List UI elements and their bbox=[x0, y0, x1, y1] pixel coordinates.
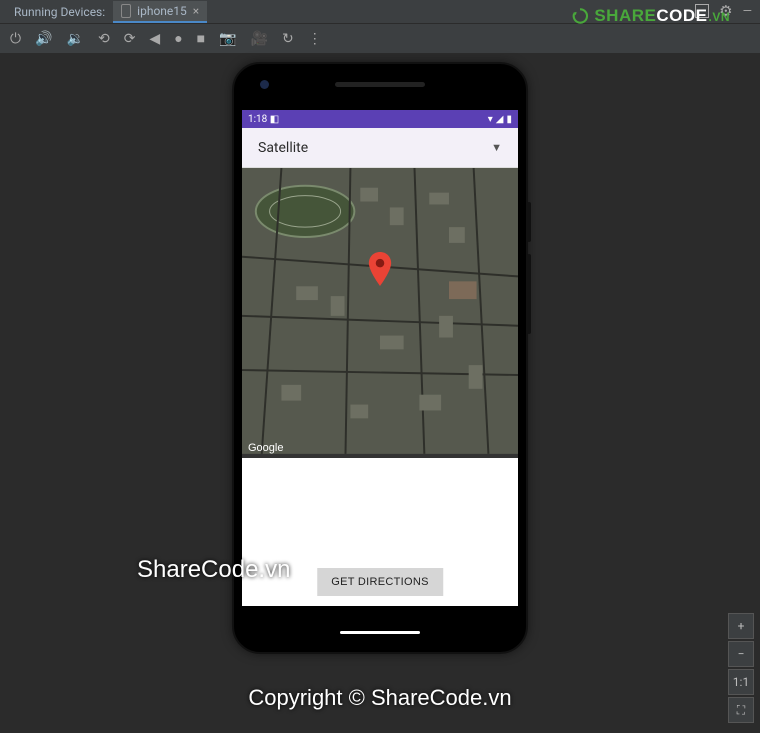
power-icon[interactable]: ⏻ bbox=[10, 31, 21, 47]
close-tab-icon[interactable]: × bbox=[193, 4, 199, 18]
battery-icon: ▮ bbox=[506, 114, 512, 125]
zoom-out-button[interactable]: − bbox=[728, 641, 754, 667]
device-tab-iphone15[interactable]: iphone15 × bbox=[113, 1, 207, 23]
ide-zoom-controls: + − 1:1 ⛶ bbox=[728, 613, 754, 723]
map-pin-icon[interactable] bbox=[367, 252, 393, 290]
minimize-icon[interactable]: — bbox=[743, 4, 752, 18]
phone-side-button-2 bbox=[527, 254, 531, 334]
logo-share: SHARE bbox=[594, 6, 656, 25]
volume-up-icon[interactable]: 🔊 bbox=[35, 31, 52, 47]
watermark-copyright: Copyright © ShareCode.vn bbox=[248, 685, 511, 711]
rotate-right-icon[interactable]: ⟳ bbox=[124, 31, 136, 47]
phone-speaker bbox=[335, 82, 425, 87]
zoom-in-button[interactable]: + bbox=[728, 613, 754, 639]
refresh-icon[interactable]: ↻ bbox=[282, 31, 294, 47]
zoom-1to1-button[interactable]: 1:1 bbox=[728, 669, 754, 695]
map-type-dropdown[interactable]: Satellite ▼ bbox=[242, 128, 518, 168]
more-icon[interactable]: ⋮ bbox=[308, 31, 322, 47]
volume-down-icon[interactable]: 🔉 bbox=[67, 31, 84, 47]
logo-vn: .VN bbox=[708, 10, 730, 24]
wifi-icon: ▾ bbox=[488, 114, 493, 125]
phone-front-camera bbox=[260, 80, 269, 89]
device-icon bbox=[121, 4, 131, 18]
map-view[interactable]: Google bbox=[242, 168, 518, 458]
get-directions-button[interactable]: GET DIRECTIONS bbox=[317, 568, 443, 596]
running-devices-label: Running Devices: bbox=[6, 5, 113, 19]
android-nav-handle[interactable] bbox=[340, 631, 420, 634]
video-icon[interactable]: 🎥 bbox=[251, 31, 268, 47]
dropdown-caret-icon: ▼ bbox=[491, 141, 502, 154]
emulator-viewport: 1:18 ◧ ▾ ◢ ▮ Satellite ▼ bbox=[0, 54, 760, 733]
phone-side-button-1 bbox=[527, 202, 531, 242]
phone-screen: 1:18 ◧ ▾ ◢ ▮ Satellite ▼ bbox=[242, 110, 518, 606]
signal-icon: ◢ bbox=[496, 114, 504, 125]
fullscreen-button[interactable]: ⛶ bbox=[728, 697, 754, 723]
satellite-imagery bbox=[242, 168, 518, 454]
record-dot-icon[interactable]: ● bbox=[174, 30, 182, 47]
logo-swirl-icon bbox=[570, 6, 590, 26]
device-tab-label: iphone15 bbox=[137, 4, 187, 18]
sharecode-logo: SHARECODE.VN bbox=[570, 6, 730, 26]
logo-code: CODE bbox=[656, 6, 707, 25]
status-time: 1:18 ◧ bbox=[248, 114, 279, 125]
rotate-left-icon[interactable]: ⟲ bbox=[98, 31, 110, 47]
camera-icon[interactable]: 📷 bbox=[219, 31, 236, 47]
android-status-bar: 1:18 ◧ ▾ ◢ ▮ bbox=[242, 110, 518, 128]
watermark-sharecode: ShareCode.vn bbox=[137, 556, 290, 584]
map-attribution: Google bbox=[248, 442, 283, 454]
map-type-label: Satellite bbox=[258, 140, 308, 156]
stop-square-icon[interactable]: ■ bbox=[197, 30, 205, 47]
back-icon[interactable]: ◀ bbox=[149, 31, 160, 47]
emulator-toolbar: ⏻ 🔊 🔉 ⟲ ⟳ ◀ ● ■ 📷 🎥 ↻ ⋮ bbox=[0, 24, 760, 54]
